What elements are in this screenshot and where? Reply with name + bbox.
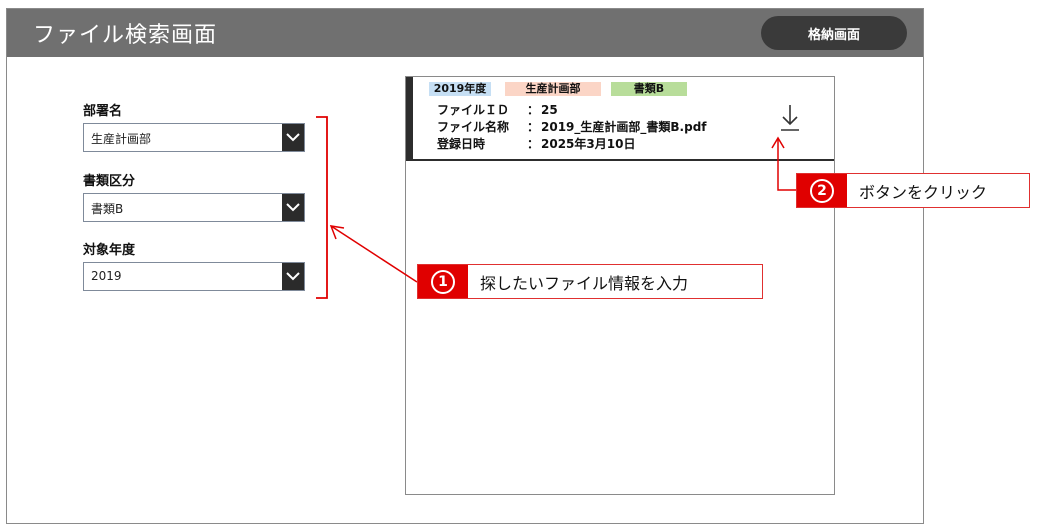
file-id-row: ファイルＩＤ ： 25: [437, 101, 558, 118]
registered-date-sep: ：: [527, 137, 540, 151]
result-item[interactable]: 2019年度 生産計画部 書類B ファイルＩＤ： 25 ファイル名称： 2019_生…: [406, 77, 834, 161]
file-id-value: 25: [541, 103, 558, 117]
doc-type-dropdown-value: 書類B: [91, 202, 124, 216]
callout-step-1-number: 1: [431, 269, 455, 294]
callout-step-1-badge: 1: [418, 265, 468, 298]
callout-step-2-number: 2: [810, 178, 834, 203]
file-name-row: ファイル名称 ： 2019_生産計画部_書類B.pdf: [437, 118, 707, 135]
file-id-key: ファイルＩＤ: [437, 103, 510, 117]
department-dropdown[interactable]: 生産計画部: [83, 123, 305, 152]
year-label: 対象年度: [83, 243, 136, 258]
department-dropdown-value: 生産計画部: [91, 132, 152, 146]
chevron-down-icon[interactable]: [282, 124, 304, 151]
department-label: 部署名: [83, 104, 123, 119]
registered-date-key: 登録日時: [437, 137, 486, 151]
header-bar: ファイル検索画面 格納画面: [7, 9, 923, 57]
year-dropdown[interactable]: 2019: [83, 262, 305, 291]
download-icon[interactable]: [777, 103, 803, 133]
chevron-down-icon[interactable]: [282, 263, 304, 290]
doc-type-dropdown[interactable]: 書類B: [83, 193, 305, 222]
callout-step-2-badge: 2: [797, 174, 847, 207]
file-name-sep: ：: [527, 120, 540, 134]
download-button[interactable]: [777, 103, 803, 133]
registered-date-row: 登録日時 ： 2025年3月10日: [437, 135, 635, 152]
storage-screen-button[interactable]: 格納画面: [761, 16, 907, 50]
year-tag: 2019年度: [429, 82, 491, 96]
doc-type-label: 書類区分: [83, 174, 136, 189]
file-name-value: 2019_生産計画部_書類B.pdf: [541, 120, 707, 134]
callout-step-1-text: 探したいファイル情報を入力: [480, 273, 689, 293]
department-tag: 生産計画部: [505, 82, 601, 96]
registered-date-value: 2025年3月10日: [541, 137, 636, 151]
file-id-sep: ：: [527, 103, 540, 117]
callout-step-1: 1 探したいファイル情報を入力: [417, 264, 763, 299]
file-name-key: ファイル名称: [437, 120, 510, 134]
callout-step-2-text: ボタンをクリック: [859, 182, 988, 202]
chevron-down-icon[interactable]: [282, 194, 304, 221]
callout-step-2: 2 ボタンをクリック: [796, 173, 1030, 208]
year-dropdown-value: 2019: [91, 269, 122, 283]
doc-type-tag: 書類B: [611, 82, 687, 96]
page-title: ファイル検索画面: [33, 23, 218, 48]
